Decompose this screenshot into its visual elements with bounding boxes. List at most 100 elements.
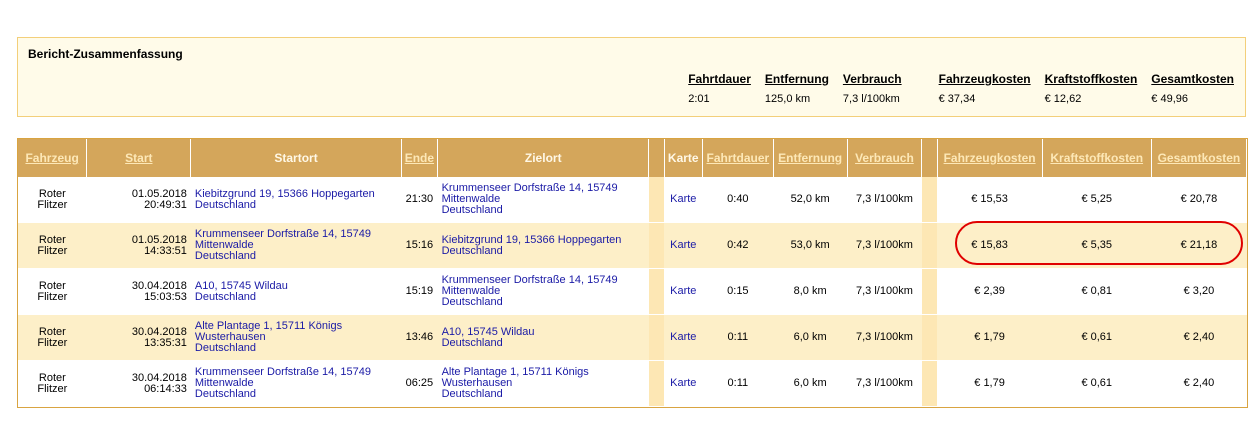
col-header-entfernung[interactable]: Entfernung (773, 139, 848, 177)
vehicle-name: Roter Flitzer (18, 268, 87, 315)
destination-country[interactable]: Deutschland (442, 245, 503, 257)
table-row: Roter Flitzer 30.04.2018 15:03:53 A10, 157… (18, 268, 1247, 315)
table-row: Roter Flitzer 01.05.2018 14:33:51 Krummens… (18, 222, 1247, 269)
start-datetime: 30.04.2018 06:14:33 (86, 360, 191, 407)
distance: 6,0 km (773, 360, 848, 407)
destination[interactable]: Alte Plantage 1, 15711 Königs Wusterhause… (437, 360, 649, 407)
vehicle-name: Roter Flitzer (18, 177, 87, 223)
start-location[interactable]: Alte Plantage 1, 15711 Königs Wusterhause… (190, 314, 402, 361)
start-time: 06:14:33 (144, 382, 187, 395)
end-time: 13:46 (401, 314, 438, 361)
table-row: Roter Flitzer 30.04.2018 13:35:31 Alte Pla… (18, 314, 1247, 361)
destination-country[interactable]: Deutschland (442, 337, 503, 349)
summary-value-gesamtkosten: € 49,96 (1151, 93, 1188, 105)
summary-value-fahrzeugkosten: € 37,34 (938, 93, 976, 105)
col-header-fahrzeug[interactable]: Fahrzeug (18, 139, 88, 177)
summary-header-entfernung[interactable]: Entfernung (758, 71, 836, 87)
start-location-country[interactable]: Deutschland (195, 342, 256, 354)
column-spacer (921, 268, 937, 315)
summary-header-fahrtdauer[interactable]: Fahrtdauer (681, 71, 758, 87)
duration: 0:42 (702, 222, 774, 269)
start-location[interactable]: Kiebitzgrund 19, 15366 Hoppegarten Deutsc… (190, 177, 402, 223)
end-time: 21:30 (401, 177, 438, 223)
fuel-cost: € 5,25 (1042, 177, 1152, 223)
destination[interactable]: Krummenseer Dorfstraße 14, 15749 Mittenwa… (437, 177, 649, 223)
summary-header-gesamtkosten[interactable]: Gesamtkosten (1144, 71, 1241, 87)
start-location-country[interactable]: Deutschland (195, 199, 256, 211)
summary-title: Bericht-Zusammenfassung (28, 47, 183, 61)
col-header-spacer-1 (648, 139, 665, 177)
vehicle-cost: € 1,79 (937, 314, 1043, 361)
destination-country[interactable]: Deutschland (442, 388, 503, 400)
start-location[interactable]: Krummenseer Dorfstraße 14, 15749 Mittenwa… (190, 222, 402, 269)
start-datetime: 01.05.2018 14:33:51 (86, 222, 191, 269)
total-cost: € 3,20 (1151, 268, 1247, 315)
destination[interactable]: Kiebitzgrund 19, 15366 Hoppegarten Deutsc… (437, 222, 649, 269)
column-spacer (648, 177, 665, 223)
fuel-cost: € 0,81 (1042, 268, 1152, 315)
destination[interactable]: A10, 15745 Wildau Deutschland (437, 314, 649, 361)
map-link[interactable]: Karte (670, 285, 696, 297)
start-time: 20:49:31 (144, 198, 187, 211)
distance: 53,0 km (773, 222, 848, 269)
col-header-gesamtkosten[interactable]: Gesamtkosten (1151, 139, 1248, 177)
summary-value-fahrtdauer: 2:01 (688, 93, 710, 105)
col-header-spacer-2 (921, 139, 938, 177)
vehicle-cost: € 2,39 (937, 268, 1043, 315)
col-header-ende[interactable]: Ende (401, 139, 439, 177)
map-link[interactable]: Karte (670, 377, 696, 389)
map-link-cell: Karte (664, 268, 703, 315)
col-header-fahrtdauer[interactable]: Fahrtdauer (702, 139, 774, 177)
consumption: 7,3 l/100km (847, 360, 922, 407)
summary-header-fahrzeugkosten[interactable]: Fahrzeugkosten (909, 71, 1038, 87)
map-link-cell: Karte (664, 222, 703, 269)
end-time: 15:19 (401, 268, 438, 315)
summary-table: Fahrtdauer Entfernung Verbrauch Fahrzeug… (681, 71, 1241, 111)
end-time: 15:16 (401, 222, 438, 269)
map-link-cell: Karte (664, 360, 703, 407)
trips-table-container: Fahrzeug Start Startort Ende Zielort Kar… (17, 138, 1248, 408)
summary-header-verbrauch[interactable]: Verbrauch (836, 71, 909, 87)
total-cost: € 2,40 (1151, 360, 1247, 407)
summary-value-verbrauch: 7,3 l/100km (842, 93, 900, 105)
start-location-country[interactable]: Deutschland (195, 291, 256, 303)
duration: 0:11 (702, 360, 774, 407)
column-spacer (648, 268, 665, 315)
column-spacer (648, 222, 665, 269)
map-link[interactable]: Karte (670, 239, 696, 251)
column-spacer (648, 360, 665, 407)
start-location-country[interactable]: Deutschland (195, 388, 256, 400)
consumption: 7,3 l/100km (847, 268, 922, 315)
table-header-row: Fahrzeug Start Startort Ende Zielort Kar… (18, 139, 1248, 177)
start-location[interactable]: A10, 15745 Wildau Deutschland (190, 268, 402, 315)
column-spacer (921, 177, 937, 223)
start-time: 14:33:51 (144, 244, 187, 257)
destination-country[interactable]: Deutschland (442, 204, 503, 216)
col-header-startort: Startort (190, 139, 402, 177)
table-row: Roter Flitzer 30.04.2018 06:14:33 Krummens… (18, 360, 1247, 407)
col-header-fahrzeugkosten[interactable]: Fahrzeugkosten (937, 139, 1043, 177)
vehicle-name: Roter Flitzer (18, 360, 87, 407)
col-header-karte: Karte (664, 139, 703, 177)
consumption: 7,3 l/100km (847, 177, 922, 223)
distance: 52,0 km (773, 177, 848, 223)
summary-value-kraftstoffkosten: € 12,62 (1044, 93, 1082, 105)
col-header-verbrauch[interactable]: Verbrauch (847, 139, 923, 177)
start-location[interactable]: Krummenseer Dorfstraße 14, 15749 Mittenwa… (190, 360, 402, 407)
column-spacer (648, 314, 665, 361)
duration: 0:11 (702, 314, 774, 361)
map-link[interactable]: Karte (670, 193, 696, 205)
destination[interactable]: Krummenseer Dorfstraße 14, 15749 Mittenwa… (437, 268, 649, 315)
fuel-cost: € 0,61 (1042, 314, 1152, 361)
destination-country[interactable]: Deutschland (442, 296, 503, 308)
summary-header-kraftstoffkosten[interactable]: Kraftstoffkosten (1038, 71, 1145, 87)
distance: 8,0 km (773, 268, 848, 315)
start-location-country[interactable]: Deutschland (195, 250, 256, 262)
summary-value-entfernung: 125,0 km (764, 93, 811, 105)
table-body: Roter Flitzer 01.05.2018 20:49:31 Kiebitzg… (18, 177, 1247, 407)
col-header-start[interactable]: Start (86, 139, 192, 177)
map-link[interactable]: Karte (670, 331, 696, 343)
map-link-cell: Karte (664, 177, 703, 223)
col-header-kraftstoffkosten[interactable]: Kraftstoffkosten (1042, 139, 1152, 177)
total-cost: € 20,78 (1151, 177, 1247, 223)
